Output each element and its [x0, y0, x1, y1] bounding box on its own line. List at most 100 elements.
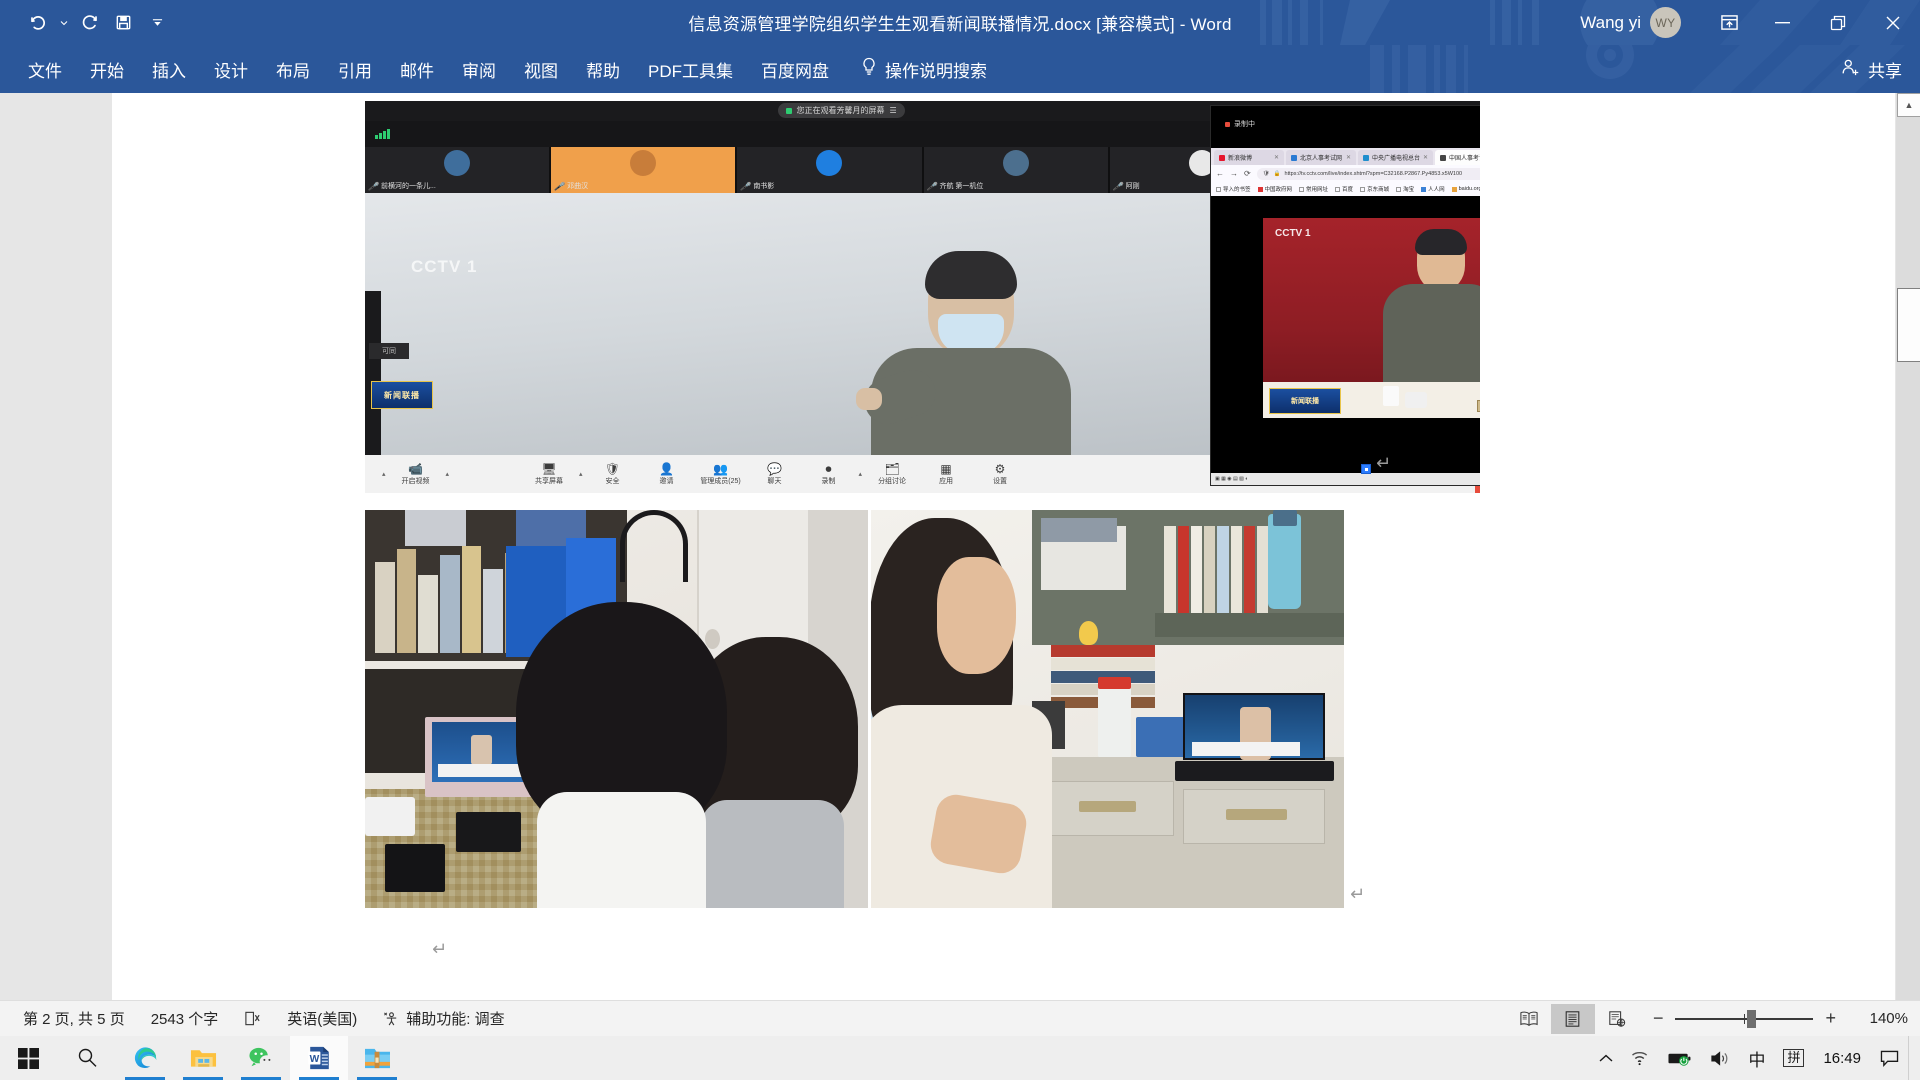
document-canvas[interactable]: 您正在观看芳馨月的屏幕 ☰ 08:09 退出全屏 🎤前横河的一条儿.: [0, 93, 1920, 1000]
record-options-caret-icon[interactable]: ▴: [856, 470, 866, 478]
restore-button[interactable]: [1810, 0, 1865, 45]
toolbar-apps-button[interactable]: ▦ 应用: [919, 463, 973, 486]
toolbar-start-video-button[interactable]: 📹 开启视频: [389, 463, 443, 486]
tab-mailings[interactable]: 邮件: [386, 51, 448, 88]
address-bar[interactable]: 🛡 🔒 https://tv.cctv.com/live/index.shtml…: [1256, 167, 1480, 180]
toolbar-share-screen-button[interactable]: 🖥 共享屏幕: [522, 463, 576, 486]
zoom-out-button[interactable]: −: [1653, 1008, 1664, 1029]
browser-tab-active[interactable]: 中国人事考试网直播 - 中央.. ✕: [1435, 150, 1480, 165]
taskbar-item-archive-manager[interactable]: [348, 1036, 406, 1080]
participant-thumbnail[interactable]: 🎤 南书影: [737, 147, 922, 193]
battery-icon[interactable]: [1659, 1036, 1701, 1080]
tab-insert[interactable]: 插入: [138, 51, 200, 88]
close-tab-icon[interactable]: ✕: [1346, 154, 1351, 161]
bookmark-item[interactable]: 淘宝: [1396, 185, 1414, 193]
save-button[interactable]: [106, 7, 140, 39]
tab-references[interactable]: 引用: [324, 51, 386, 88]
zoom-slider-thumb[interactable]: [1747, 1009, 1757, 1028]
bookmark-item[interactable]: 导入的书签: [1216, 185, 1251, 193]
undo-button[interactable]: [22, 7, 56, 39]
bookmark-item[interactable]: 常用网址: [1299, 185, 1328, 193]
embedded-photo-student-laptop[interactable]: [871, 510, 1344, 908]
ime-mode-indicator[interactable]: 中: [1739, 1036, 1774, 1080]
undo-dropdown-icon[interactable]: [56, 7, 72, 39]
taskbar-item-edge[interactable]: [116, 1036, 174, 1080]
tab-home[interactable]: 开始: [76, 51, 138, 88]
volume-icon[interactable]: [1701, 1036, 1739, 1080]
toolbar-invite-button[interactable]: 👤 邀请: [640, 463, 694, 486]
taskbar-item-wechat[interactable]: [232, 1036, 290, 1080]
toolbar-record-button[interactable]: ⏺ 录制: [802, 463, 856, 486]
browser-tab[interactable]: 新浪微博 ✕: [1214, 150, 1284, 165]
live-video-player[interactable]: CCTV 1 CCTV.com 新闻联播 ➤: [1211, 196, 1480, 441]
tab-baidu-netdisk[interactable]: 百度网盘: [747, 51, 843, 88]
show-hidden-icons-button[interactable]: [1590, 1036, 1622, 1080]
tab-design[interactable]: 设计: [200, 51, 262, 88]
network-icon[interactable]: [1622, 1036, 1659, 1080]
ime-pinyin-indicator[interactable]: 拼: [1774, 1036, 1813, 1080]
proofing-status-icon[interactable]: [231, 1010, 274, 1027]
close-tab-icon[interactable]: ✕: [1423, 154, 1428, 161]
redo-button[interactable]: [72, 7, 106, 39]
share-banner-menu-icon[interactable]: ☰: [890, 106, 897, 115]
system-clock[interactable]: 16:49: [1813, 1050, 1871, 1067]
page-indicator[interactable]: 第 2 页, 共 5 页: [10, 1008, 138, 1029]
language-indicator[interactable]: 英语(美国): [274, 1008, 370, 1029]
toolbar-settings-button[interactable]: ⚙ 设置: [973, 463, 1027, 486]
scroll-up-button[interactable]: ▲: [1897, 93, 1920, 117]
bookmark-item[interactable]: 百度: [1335, 185, 1353, 193]
accessibility-indicator[interactable]: 辅助功能: 调查: [370, 1008, 517, 1029]
toolbar-chat-button[interactable]: 💬 聊天: [748, 463, 802, 486]
minimize-button[interactable]: [1755, 0, 1810, 45]
toolbar-breakout-rooms-button[interactable]: 🗂 分组讨论: [865, 463, 919, 486]
bookmark-item[interactable]: baidu.org.Access...: [1451, 186, 1480, 192]
tell-me-search[interactable]: 操作说明搜索: [843, 57, 987, 82]
tab-view[interactable]: 视图: [510, 51, 572, 88]
audio-options-caret-icon[interactable]: ▴: [379, 470, 389, 478]
zoom-in-button[interactable]: +: [1825, 1008, 1836, 1029]
tab-file[interactable]: 文件: [14, 51, 76, 88]
document-page[interactable]: 您正在观看芳馨月的屏幕 ☰ 08:09 退出全屏 🎤前横河的一条儿.: [112, 93, 1895, 1000]
bookmark-item[interactable]: 京东商城: [1360, 185, 1389, 193]
avatar[interactable]: WY: [1650, 7, 1681, 38]
view-read-mode-button[interactable]: [1507, 1004, 1551, 1034]
zoom-level[interactable]: 140%: [1850, 1010, 1908, 1027]
word-count[interactable]: 2543 个字: [138, 1008, 232, 1029]
embedded-image-browser-screenshot[interactable]: 录制中 新浪微博 ✕ 北京人事考试网 ✕ 中央广播电视总台 ✕ 中国人事考 ← …: [1210, 105, 1480, 486]
back-icon[interactable]: ←: [1216, 169, 1224, 178]
bookmark-item[interactable]: 中国政府网: [1257, 185, 1292, 193]
taskbar-item-file-explorer[interactable]: [174, 1036, 232, 1080]
start-button[interactable]: [0, 1036, 58, 1080]
browser-tab[interactable]: 中央广播电视总台 ✕: [1358, 150, 1434, 165]
customize-quick-access-icon[interactable]: [149, 7, 165, 39]
action-center-button[interactable]: [1871, 1036, 1908, 1080]
taskbar-item-word[interactable]: W: [290, 1036, 348, 1080]
tab-help[interactable]: 帮助: [572, 51, 634, 88]
toolbar-security-button[interactable]: 🛡 安全: [586, 463, 640, 486]
tab-review[interactable]: 审阅: [448, 51, 510, 88]
embedded-image-meeting-screenshot[interactable]: 您正在观看芳馨月的屏幕 ☰ 08:09 退出全屏 🎤前横河的一条儿.: [365, 101, 1480, 493]
browser-tab[interactable]: 北京人事考试网 ✕: [1286, 150, 1356, 165]
view-web-layout-button[interactable]: [1595, 1004, 1639, 1034]
video-options-caret-icon[interactable]: ▴: [443, 470, 453, 478]
search-button[interactable]: [58, 1036, 116, 1080]
toolbar-manage-participants-button[interactable]: 👥 管理成员(25): [694, 463, 748, 486]
share-button[interactable]: 共享: [1841, 45, 1902, 93]
view-print-layout-button[interactable]: [1550, 1003, 1595, 1034]
tab-layout[interactable]: 布局: [262, 51, 324, 88]
participant-thumbnail[interactable]: 🎤 齐航 第一机位: [923, 147, 1108, 193]
close-button[interactable]: [1865, 0, 1920, 45]
forward-icon[interactable]: →: [1230, 169, 1238, 178]
vertical-scrollbar[interactable]: ▲: [1896, 93, 1920, 1000]
reload-icon[interactable]: ⟳: [1244, 169, 1251, 178]
scrollbar-thumb[interactable]: [1897, 288, 1920, 362]
close-tab-icon[interactable]: ✕: [1274, 154, 1279, 161]
bookmark-item[interactable]: 人人网: [1421, 185, 1445, 193]
tab-pdf-tools[interactable]: PDF工具集: [634, 51, 747, 88]
participant-thumbnail[interactable]: 🎤 邓曲汉: [551, 147, 736, 193]
share-options-caret-icon[interactable]: ▴: [576, 470, 586, 478]
participant-thumbnail[interactable]: 🎤 前横河的一条儿...: [365, 147, 550, 193]
scrollbar-track[interactable]: [1897, 117, 1920, 1000]
account-name[interactable]: Wang yi: [1580, 13, 1641, 33]
show-desktop-button[interactable]: [1908, 1036, 1916, 1080]
